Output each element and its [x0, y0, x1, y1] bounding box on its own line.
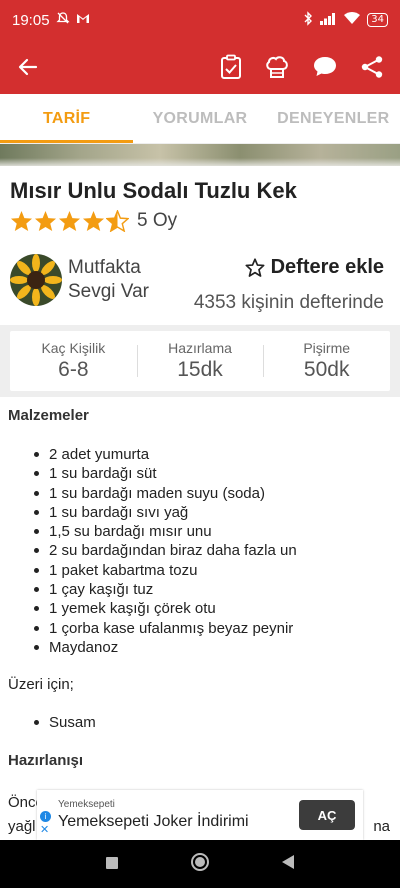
- list-item: 2 su bardağından biraz daha fazla un: [32, 541, 297, 560]
- list-item: 1 yemek kaşığı çörek otu: [32, 599, 297, 618]
- ad-brand: Yemeksepeti: [58, 799, 115, 810]
- back-nav-button[interactable]: [281, 854, 295, 874]
- back-button[interactable]: [0, 40, 56, 94]
- triangle-back-icon: [281, 855, 294, 869]
- recipe-title: Mısır Unlu Sodalı Tuzlu Kek: [10, 178, 297, 203]
- list-item: 1,5 su bardağı mısır unu: [32, 522, 297, 541]
- ad-open-button[interactable]: AÇ: [299, 800, 355, 830]
- half-star-icon: [106, 210, 129, 232]
- chef-hat-icon: [266, 56, 288, 78]
- battery-icon: 34: [367, 13, 388, 27]
- author[interactable]: Mutfakta Sevgi Var: [10, 254, 168, 306]
- mute-icon: [55, 11, 70, 29]
- list-item: Maydanoz: [32, 638, 297, 657]
- list-item: 2 adet yumurta: [32, 445, 297, 464]
- status-time: 19:05: [12, 11, 50, 29]
- tab-bar: TARİF YORUMLAR DENEYENLER: [0, 94, 400, 144]
- ad-banner[interactable]: i ✕ Yemeksepeti Yemeksepeti Joker İndiri…: [37, 790, 363, 840]
- back-arrow-icon: [18, 58, 38, 76]
- info-label: Pişirme: [303, 340, 351, 356]
- list-item: 1 su bardağı sıvı yağ: [32, 503, 297, 522]
- info-label: Hazırlama: [168, 340, 232, 356]
- info-label: Kaç Kişilik: [41, 340, 106, 356]
- tab-recipe[interactable]: TARİF: [0, 94, 134, 143]
- rating-count: 5 Oy: [137, 210, 178, 231]
- topping-list: Susam: [32, 713, 96, 732]
- preparation-heading: Hazırlanışı: [8, 752, 84, 769]
- comment-button[interactable]: [312, 55, 338, 79]
- star-icon: [58, 210, 81, 232]
- info-value: 6-8: [58, 358, 89, 381]
- ingredients-heading: Malzemeler: [8, 407, 89, 424]
- info-cook-time: Pişirme 50dk: [263, 331, 390, 391]
- ad-title[interactable]: Yemeksepeti Joker İndirimi: [58, 813, 249, 831]
- ingredients-list: 2 adet yumurta 1 su bardağı süt 1 su bar…: [32, 445, 297, 657]
- app-bar: [0, 40, 400, 94]
- preparation-text-line2: yağl: [8, 818, 36, 835]
- circle-icon: [190, 853, 209, 871]
- list-item: 1 su bardağı maden suyu (soda): [32, 484, 297, 503]
- clipboard-button[interactable]: [220, 54, 242, 80]
- star-icon: [10, 210, 33, 232]
- recipe-image[interactable]: [0, 144, 400, 166]
- preparation-text-line2-end: na: [373, 818, 390, 835]
- recents-button[interactable]: [105, 855, 119, 874]
- list-item: 1 çay kaşığı tuz: [32, 580, 297, 599]
- info-value: 50dk: [303, 358, 350, 381]
- comment-icon: [314, 57, 336, 76]
- author-name[interactable]: Mutfakta Sevgi Var: [68, 256, 168, 304]
- info-prep-time: Hazırlama 15dk: [136, 331, 264, 391]
- status-bar: 19:05 34: [0, 0, 400, 40]
- rating[interactable]: 5 Oy: [10, 210, 177, 232]
- star-icon: [34, 210, 57, 232]
- info-servings: Kaç Kişilik 6-8: [10, 331, 137, 391]
- author-name-line2: Sevgi Var: [68, 281, 149, 302]
- recipe-info-card: Kaç Kişilik 6-8 Hazırlama 15dk Pişirme 5…: [10, 331, 390, 391]
- share-icon: [361, 56, 383, 78]
- system-nav-bar: [0, 840, 400, 888]
- star-icon: [82, 210, 105, 232]
- avatar[interactable]: [10, 254, 62, 306]
- square-icon: [106, 856, 119, 869]
- ad-info-icon[interactable]: i: [40, 811, 51, 822]
- notebook-count: 4353 kişinin defterinde: [193, 292, 384, 313]
- star-rating: [10, 210, 129, 232]
- add-to-notebook-button[interactable]: Deftere ekle: [245, 256, 384, 279]
- chef-button[interactable]: [264, 54, 290, 80]
- home-button[interactable]: [190, 852, 210, 876]
- add-to-notebook-label: Deftere ekle: [270, 256, 384, 278]
- topping-label: Üzeri için;: [8, 676, 74, 693]
- ad-close-icon[interactable]: ✕: [40, 824, 49, 835]
- author-name-line1: Mutfakta: [68, 257, 141, 278]
- tab-comments[interactable]: YORUMLAR: [133, 94, 266, 143]
- star-outline-icon: [245, 258, 265, 277]
- info-value: 15dk: [177, 358, 223, 381]
- wifi-icon: [343, 11, 361, 29]
- signal-icon: [319, 12, 337, 29]
- list-item: 1 paket kabartma tozu: [32, 561, 297, 580]
- bluetooth-icon: [303, 10, 313, 30]
- clipboard-icon: [221, 54, 241, 79]
- gmail-icon: [76, 12, 90, 28]
- list-item: Susam: [32, 713, 96, 732]
- share-button[interactable]: [360, 55, 384, 79]
- list-item: 1 çorba kase ufalanmış beyaz peynir: [32, 619, 297, 638]
- list-item: 1 su bardağı süt: [32, 464, 297, 483]
- tab-tried-by[interactable]: DENEYENLER: [267, 94, 400, 143]
